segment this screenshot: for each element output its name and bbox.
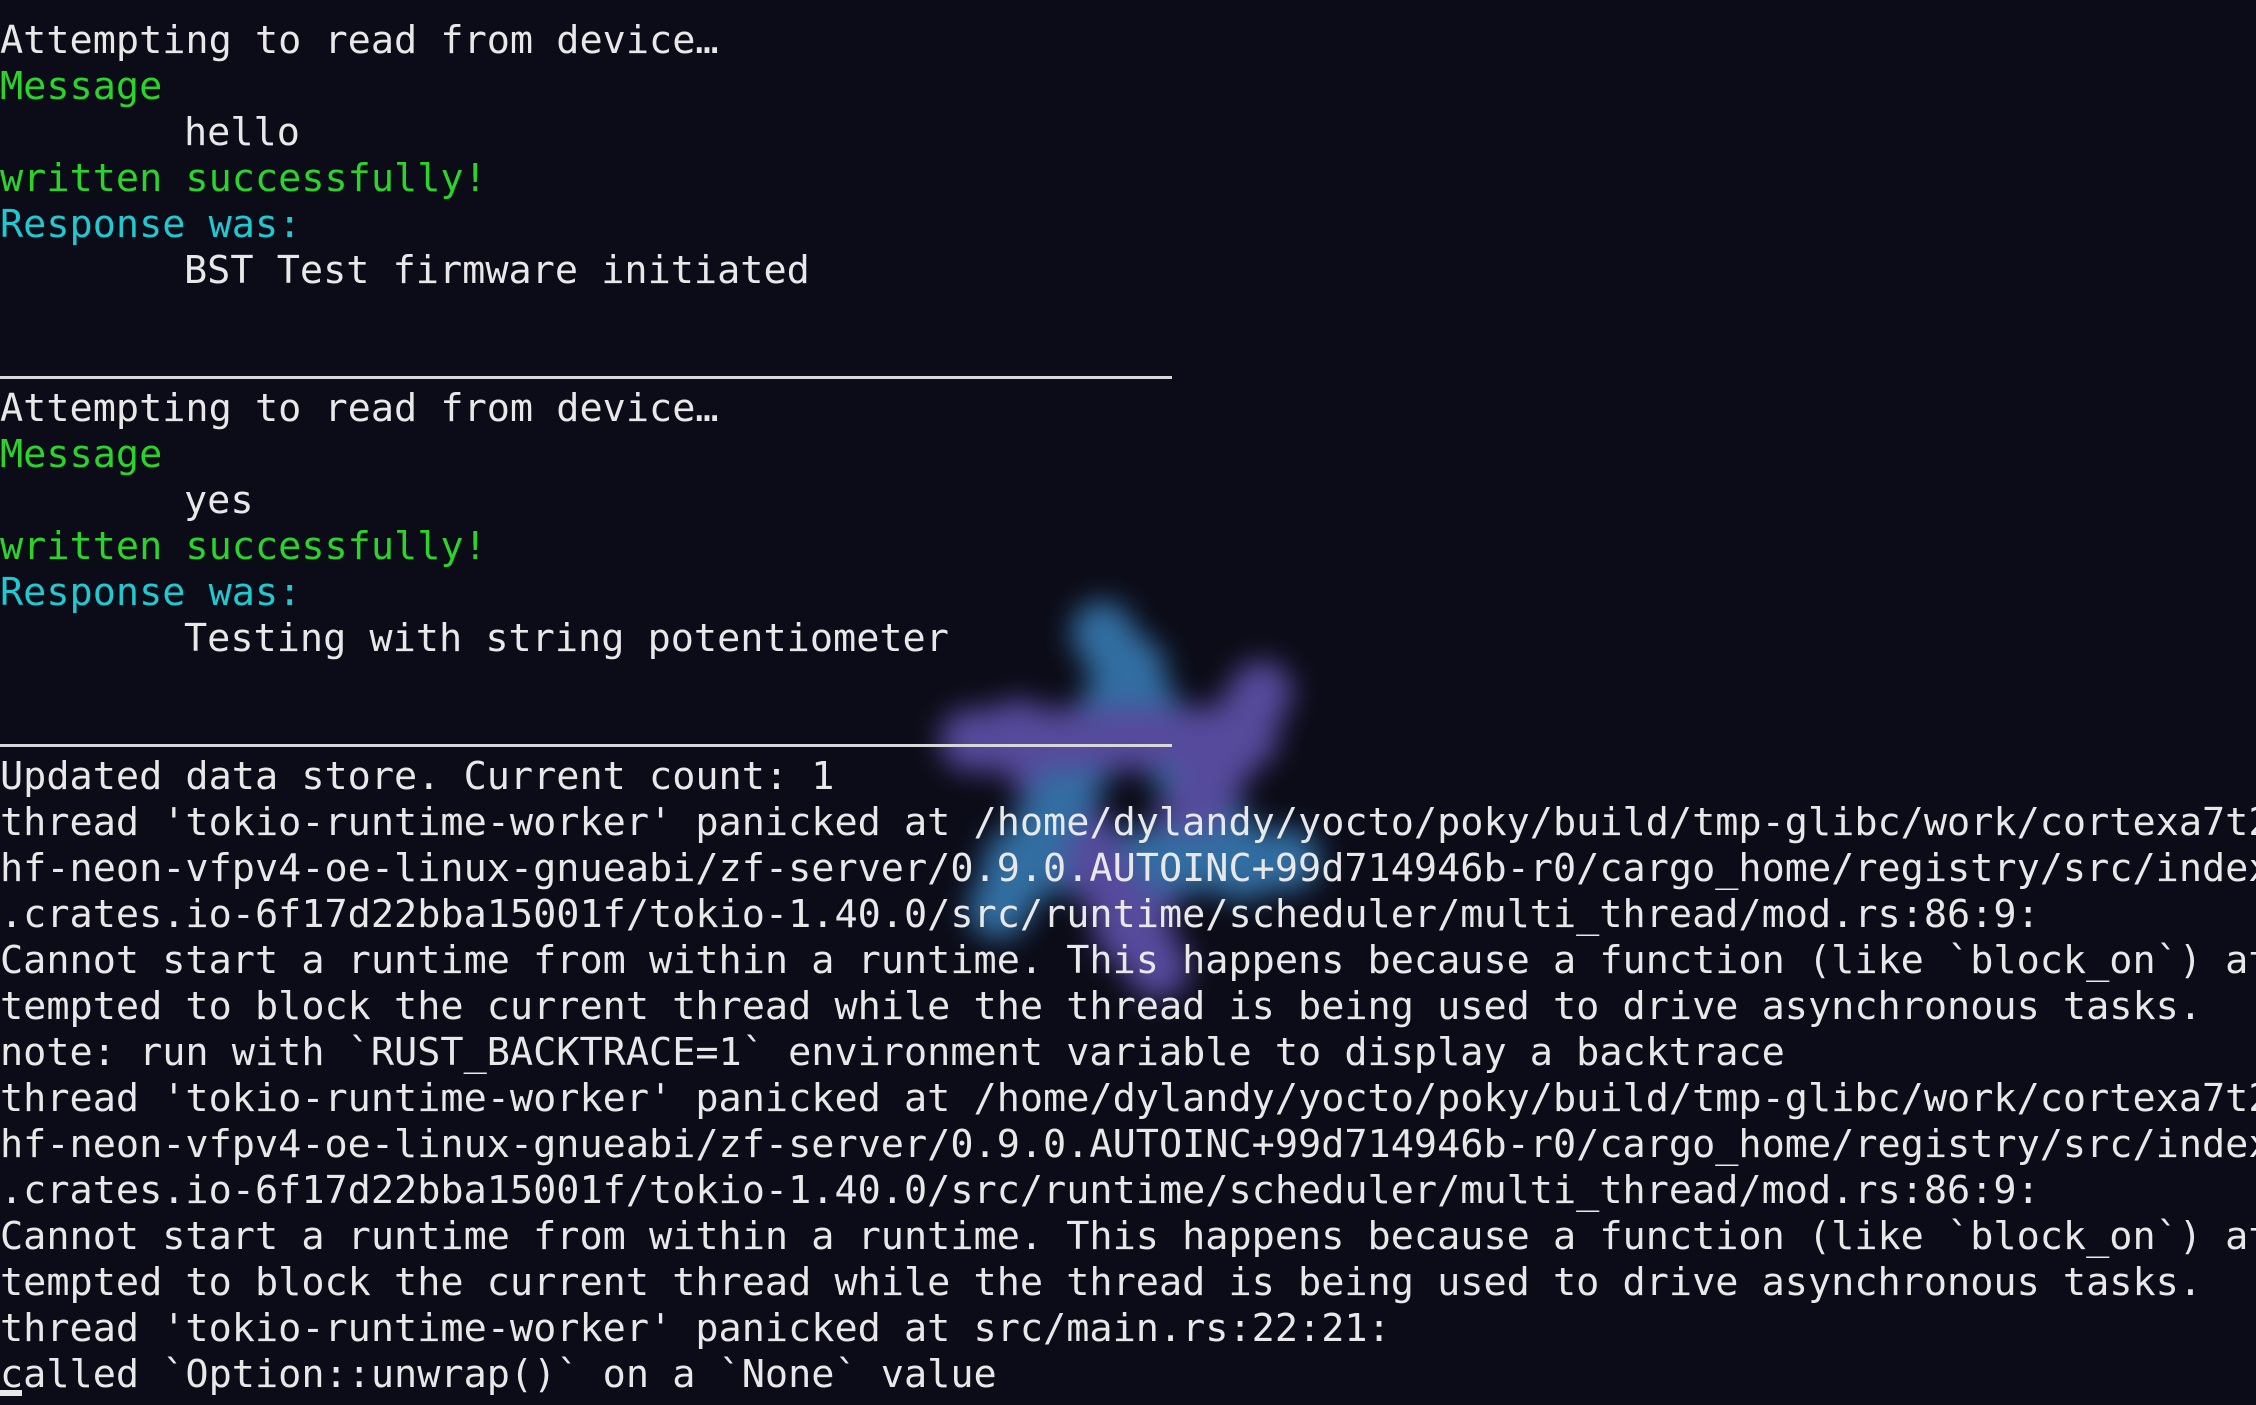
output-line: Attempting to read from device…	[0, 18, 719, 63]
separator-rule	[0, 376, 1172, 379]
output-line: hf-neon-vfpv4-oe-linux-gnueabi/zf-server…	[0, 1122, 2256, 1167]
output-line: called `Option::unwrap()` on a `None` va…	[0, 1352, 997, 1397]
terminal-output: Attempting to read from device… Message he…	[0, 18, 2256, 1398]
output-line: hf-neon-vfpv4-oe-linux-gnueabi/zf-server…	[0, 846, 2256, 891]
output-line: hello	[184, 110, 300, 155]
separator-line	[0, 340, 2256, 386]
terminal-cursor	[0, 1390, 22, 1396]
output-line: Cannot start a runtime from within a run…	[0, 1214, 2256, 1259]
output-line: Updated data store. Current count: 1	[0, 754, 835, 799]
separator-rule	[0, 744, 1172, 747]
output-line: Attempting to read from device…	[0, 386, 719, 431]
separator-line	[0, 708, 2256, 754]
output-line: thread 'tokio-runtime-worker' panicked a…	[0, 1076, 2256, 1121]
output-line: written successfully!	[0, 156, 487, 201]
output-line: yes	[184, 478, 254, 523]
output-line: tempted to block the current thread whil…	[0, 1260, 2203, 1305]
output-line: .crates.io-6f17d22bba15001f/tokio-1.40.0…	[0, 892, 2040, 937]
terminal-window[interactable]: Attempting to read from device… Message he…	[0, 0, 2256, 1405]
output-line: Response was:	[0, 202, 302, 247]
output-line: Message	[0, 64, 163, 109]
output-line: Message	[0, 432, 163, 477]
output-line: Response was:	[0, 570, 302, 615]
output-line: thread 'tokio-runtime-worker' panicked a…	[0, 800, 2256, 845]
output-line: tempted to block the current thread whil…	[0, 984, 2203, 1029]
output-line: Cannot start a runtime from within a run…	[0, 938, 2256, 983]
output-line: written successfully!	[0, 524, 487, 569]
output-line: note: run with `RUST_BACKTRACE=1` enviro…	[0, 1030, 1785, 1075]
output-line: BST Test firmware initiated	[184, 248, 810, 293]
output-line: Testing with string potentiometer	[184, 616, 949, 661]
output-line: .crates.io-6f17d22bba15001f/tokio-1.40.0…	[0, 1168, 2040, 1213]
output-line: thread 'tokio-runtime-worker' panicked a…	[0, 1306, 1391, 1351]
